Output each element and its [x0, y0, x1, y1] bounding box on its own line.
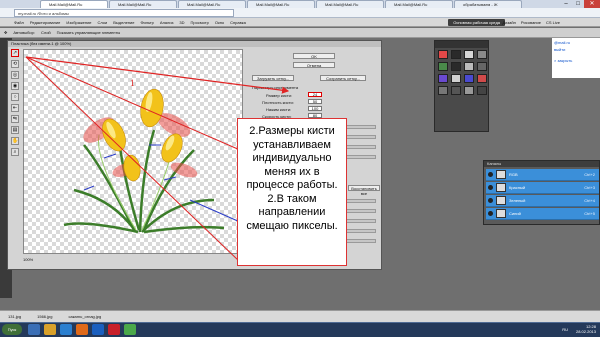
channels-panel: Каналы RGB Ctrl+2 Красный Ctrl+3 Зеленый…	[483, 160, 600, 225]
eye-icon[interactable]	[488, 172, 493, 177]
channel-name: Зеленый	[509, 198, 526, 203]
channel-name: RGB	[509, 172, 518, 177]
channel-name: Красный	[509, 185, 526, 190]
photoshop-icon[interactable]	[92, 324, 104, 335]
webpage-strip: @mail.ru выйти × закрыть	[552, 38, 600, 78]
instruction-callout: 2.Размеры кисти устанавливаем индивидуал…	[237, 118, 347, 266]
open-file-tab[interactable]: 1566.jpg	[37, 314, 52, 319]
arrow-number-label: 1	[130, 78, 135, 88]
channel-name: Синий	[509, 211, 521, 216]
swatch[interactable]	[464, 62, 474, 71]
swatch[interactable]	[438, 50, 448, 59]
firefox-icon[interactable]	[76, 324, 88, 335]
swatch[interactable]	[451, 74, 461, 83]
swatch[interactable]	[451, 62, 461, 71]
eye-icon[interactable]	[488, 198, 493, 203]
folder-icon[interactable]	[44, 324, 56, 335]
channels-panel-title: Каналы	[484, 161, 599, 167]
swatch[interactable]	[464, 86, 474, 95]
explorer-icon[interactable]	[28, 324, 40, 335]
channel-shortcut: Ctrl+4	[584, 198, 595, 203]
media-player-icon[interactable]	[60, 324, 72, 335]
swatch[interactable]	[451, 86, 461, 95]
swatch[interactable]	[438, 62, 448, 71]
channel-row[interactable]: Красный Ctrl+3	[486, 182, 599, 194]
swatches-panel-tab	[435, 41, 488, 48]
system-clock[interactable]: 12:28 28.02.2013	[576, 324, 596, 334]
opera-icon[interactable]	[108, 324, 120, 335]
swatch[interactable]	[477, 50, 487, 59]
swatch[interactable]	[464, 50, 474, 59]
swatch-grid	[438, 50, 488, 95]
open-file-tab[interactable]: 131.jpg	[8, 314, 21, 319]
channel-shortcut: Ctrl+2	[584, 172, 595, 177]
open-files-bar: 131.jpg 1566.jpg сакаmu_ornag.jpg	[0, 310, 600, 322]
swatch[interactable]	[451, 50, 461, 59]
start-button[interactable]: Пуск	[2, 324, 22, 335]
close-link[interactable]: × закрыть	[552, 52, 600, 63]
swatch[interactable]	[438, 86, 448, 95]
swatches-panel	[434, 40, 489, 132]
channel-thumbnail	[496, 183, 506, 192]
mail-link[interactable]: @mail.ru	[552, 38, 600, 47]
channel-thumbnail	[496, 170, 506, 179]
chrome-icon[interactable]	[124, 324, 136, 335]
blue-pointer-line	[189, 199, 241, 223]
swatch[interactable]	[477, 74, 487, 83]
windows-taskbar	[0, 322, 600, 337]
channel-row[interactable]: Синий Ctrl+5	[486, 208, 599, 220]
channel-thumbnail	[496, 196, 506, 205]
swatch[interactable]	[464, 74, 474, 83]
channel-row[interactable]: Зеленый Ctrl+4	[486, 195, 599, 207]
channel-shortcut: Ctrl+3	[584, 185, 595, 190]
swatch[interactable]	[477, 86, 487, 95]
swatch[interactable]	[438, 74, 448, 83]
clock-date: 28.02.2013	[575, 329, 596, 334]
channel-thumbnail	[496, 209, 506, 218]
language-indicator[interactable]: RU	[562, 327, 568, 332]
eye-icon[interactable]	[488, 185, 493, 190]
channel-shortcut: Ctrl+5	[584, 211, 595, 216]
eye-icon[interactable]	[488, 211, 493, 216]
open-file-tab[interactable]: сакаmu_ornag.jpg	[68, 314, 101, 319]
channel-row[interactable]: RGB Ctrl+2	[486, 169, 599, 181]
swatch[interactable]	[477, 62, 487, 71]
